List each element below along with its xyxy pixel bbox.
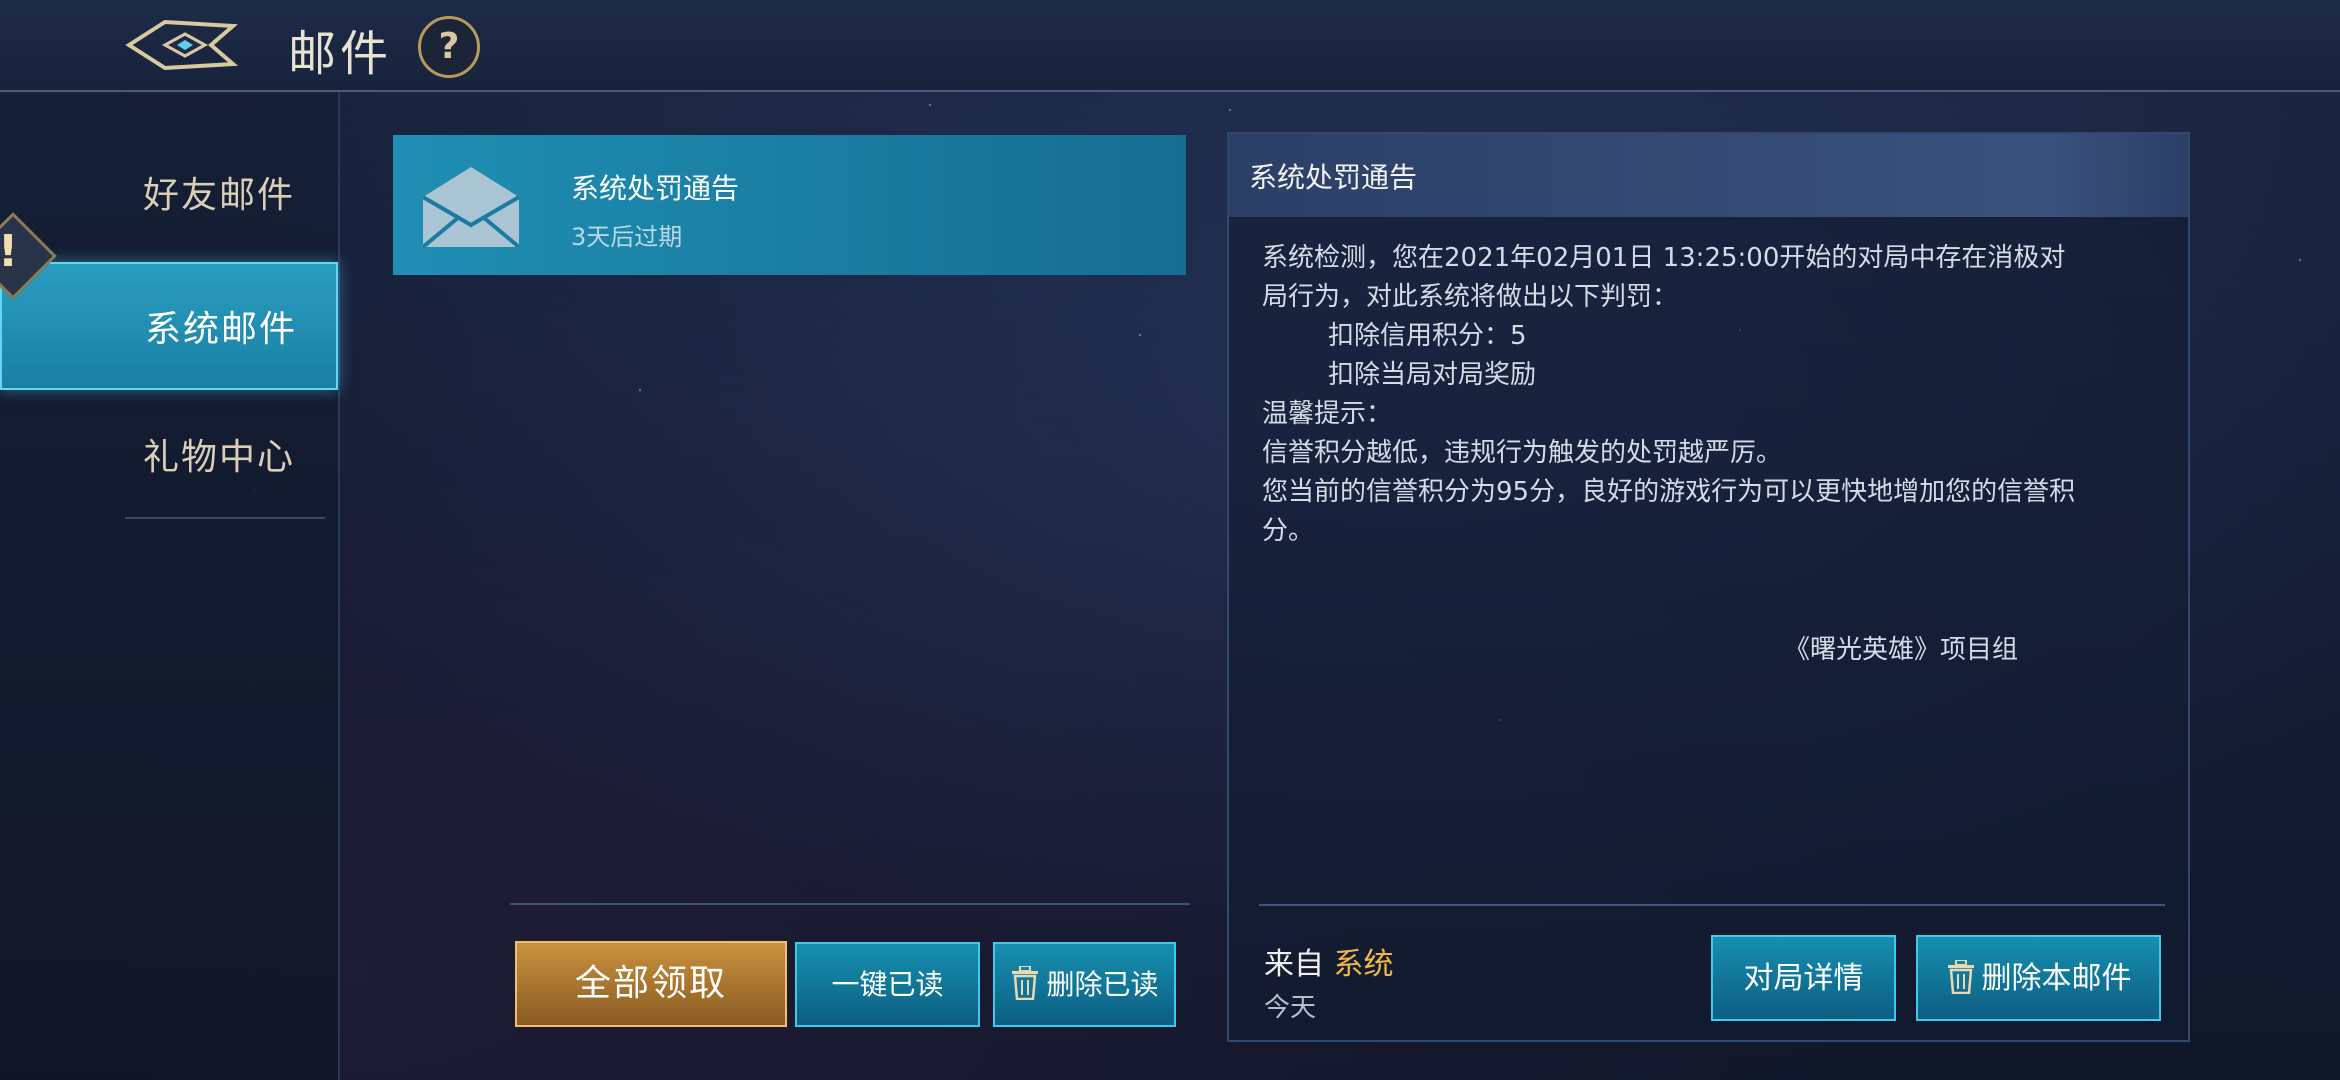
page-title: 邮件 bbox=[288, 26, 393, 82]
envelope-icon bbox=[423, 167, 519, 247]
detail-line: 信誉积分越低，违规行为触发的处罚越严厉。 bbox=[1262, 438, 1783, 468]
mail-item-expire: 3天后过期 bbox=[571, 223, 683, 251]
claim-all-button[interactable]: 全部领取 bbox=[515, 941, 787, 1027]
back-arrow-icon bbox=[125, 19, 239, 71]
sidebar: 好友邮件 系统邮件 礼物中心 bbox=[0, 92, 340, 1080]
sender-name: 系统 bbox=[1333, 947, 1394, 982]
delete-read-label: 删除已读 bbox=[1046, 968, 1159, 1001]
sidebar-item-friend-mail[interactable]: 好友邮件 bbox=[0, 128, 338, 256]
match-details-button[interactable]: 对局详情 bbox=[1711, 935, 1896, 1021]
detail-title: 系统处罚通告 bbox=[1249, 161, 1418, 194]
list-divider bbox=[510, 903, 1190, 905]
delete-mail-button[interactable]: 删除本邮件 bbox=[1916, 935, 2161, 1021]
detail-line: 扣除当局对局奖励 bbox=[1328, 360, 1537, 390]
detail-divider bbox=[1259, 904, 2165, 906]
sidebar-item-gift-center[interactable]: 礼物中心 bbox=[0, 390, 338, 518]
delete-mail-label: 删除本邮件 bbox=[1981, 961, 2132, 996]
help-button[interactable]: ? bbox=[418, 16, 480, 78]
mail-sender: 来自 系统 bbox=[1264, 939, 1394, 983]
detail-line: 分。 bbox=[1262, 516, 1315, 546]
delete-read-button[interactable]: 删除已读 bbox=[993, 942, 1176, 1027]
mail-item-title: 系统处罚通告 bbox=[571, 172, 740, 205]
top-bar: 邮件 ? bbox=[0, 0, 2340, 92]
trash-icon bbox=[1012, 966, 1039, 1000]
mail-list-item[interactable]: 系统处罚通告 3天后过期 bbox=[393, 135, 1186, 275]
detail-line: 温馨提示： bbox=[1262, 399, 1393, 429]
back-button[interactable] bbox=[125, 12, 240, 78]
read-all-button[interactable]: 一键已读 bbox=[795, 942, 980, 1027]
trash-icon bbox=[1947, 959, 1974, 994]
detail-line: 系统检测，您在2021年02月01日 13:25:00开始的对局中存在消极对 bbox=[1262, 243, 2066, 273]
detail-header: 系统处罚通告 bbox=[1229, 134, 2188, 217]
detail-signature: 《曙光英雄》项目组 bbox=[1784, 635, 2019, 665]
alert-icon: ! bbox=[0, 226, 19, 277]
detail-line: 扣除信用积分：5 bbox=[1328, 321, 1527, 351]
detail-body: 系统检测，您在2021年02月01日 13:25:00开始的对局中存在消极对 局… bbox=[1262, 239, 2162, 551]
sidebar-item-system-mail[interactable]: 系统邮件 bbox=[0, 262, 338, 390]
mail-date: 今天 bbox=[1264, 993, 1317, 1023]
sidebar-divider bbox=[125, 517, 325, 519]
detail-line: 您当前的信誉积分为95分，良好的游戏行为可以更快地增加您的信誉积 bbox=[1262, 477, 2076, 507]
sender-prefix: 来自 bbox=[1264, 947, 1334, 982]
mail-detail-panel: 系统处罚通告 系统检测，您在2021年02月01日 13:25:00开始的对局中… bbox=[1227, 132, 2190, 1042]
detail-line: 局行为，对此系统将做出以下判罚： bbox=[1262, 282, 1679, 312]
